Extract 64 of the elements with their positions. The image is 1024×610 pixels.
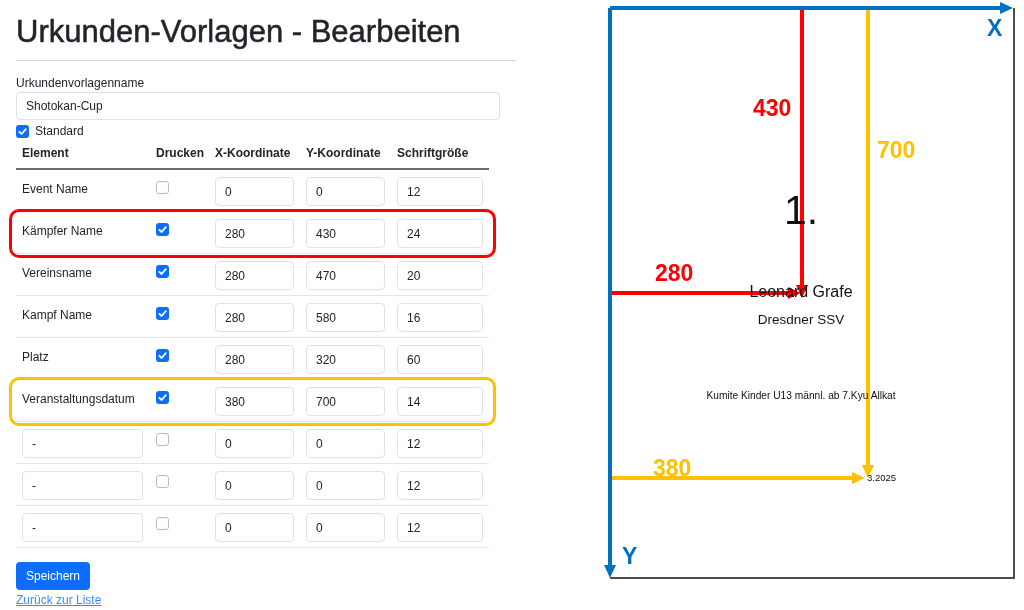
font-size-input[interactable]: 12 xyxy=(397,177,483,206)
column-header: Drucken xyxy=(156,146,205,160)
font-size-input[interactable]: 16 xyxy=(397,303,483,332)
element-label: Veranstaltungsdatum xyxy=(22,392,135,406)
print-checkbox[interactable] xyxy=(156,307,169,320)
x-coordinate-input[interactable]: 280 xyxy=(215,303,294,332)
y-coordinate-input[interactable]: 320 xyxy=(306,345,385,374)
x-coordinate-input[interactable]: 0 xyxy=(215,429,294,458)
font-size-input[interactable]: 20 xyxy=(397,261,483,290)
y-coordinate-label: 430 xyxy=(753,97,792,120)
x-coordinate-input[interactable]: 280 xyxy=(215,345,294,374)
font-size-input[interactable]: 12 xyxy=(397,471,483,500)
print-checkbox[interactable] xyxy=(156,391,169,404)
font-size-input[interactable]: 14 xyxy=(397,387,483,416)
y-coordinate-input[interactable]: 700 xyxy=(306,387,385,416)
print-checkbox[interactable] xyxy=(156,349,169,362)
print-checkbox[interactable] xyxy=(156,517,169,530)
save-button[interactable]: Speichern xyxy=(16,562,91,590)
y-coordinate-input[interactable]: 0 xyxy=(306,471,385,500)
y-coordinate-input[interactable]: 470 xyxy=(306,261,385,290)
field-label: Urkundenvorlagenname xyxy=(16,75,145,91)
x-axis-label: X xyxy=(987,17,1003,40)
y-coordinate-input[interactable]: 0 xyxy=(306,429,385,458)
font-size-input[interactable]: 24 xyxy=(397,219,483,248)
page-title: Urkunden-Vorlagen - Bearbeiten xyxy=(16,14,461,50)
x-coordinate-input[interactable]: 0 xyxy=(215,513,294,542)
y-coordinate-input[interactable]: 580 xyxy=(306,303,385,332)
print-checkbox[interactable] xyxy=(156,475,169,488)
y-coordinate-input[interactable]: 0 xyxy=(306,513,385,542)
club-name: Dresdner SSV xyxy=(757,313,845,327)
element-label: Kämpfer Name xyxy=(22,224,103,238)
checkbox-label: Standard xyxy=(35,124,84,138)
column-header: X-Koordinate xyxy=(215,146,291,160)
column-header: Schriftgröße xyxy=(397,146,469,160)
x-coordinate-input[interactable]: 0 xyxy=(215,471,294,500)
x-coordinate-label: 380 xyxy=(653,457,692,480)
x-coordinate-input[interactable]: 0 xyxy=(215,177,294,206)
font-size-input[interactable]: 12 xyxy=(397,429,483,458)
font-size-input[interactable]: 60 xyxy=(397,345,483,374)
print-checkbox[interactable] xyxy=(156,181,169,194)
x-coordinate-label: 280 xyxy=(655,262,694,285)
element-label: Event Name xyxy=(22,182,89,196)
x-coordinate-input[interactable]: 380 xyxy=(215,387,294,416)
print-checkbox[interactable] xyxy=(156,433,169,446)
element-input[interactable]: - xyxy=(22,429,143,458)
element-label: Kampf Name xyxy=(22,308,93,322)
event-date: 3.2025 xyxy=(867,473,897,483)
column-header: Y-Koordinate xyxy=(306,146,381,160)
y-coordinate-label: 700 xyxy=(877,139,916,162)
y-coordinate-input[interactable]: 430 xyxy=(306,219,385,248)
element-label: Platz xyxy=(22,350,49,364)
print-checkbox[interactable] xyxy=(156,265,169,278)
font-size-input[interactable]: 12 xyxy=(397,513,483,542)
standard-checkbox[interactable] xyxy=(16,124,29,138)
element-input[interactable]: - xyxy=(22,471,143,500)
element-label: Vereinsname xyxy=(22,266,93,280)
element-input[interactable]: - xyxy=(22,513,143,542)
y-coordinate-input[interactable]: 0 xyxy=(306,177,385,206)
y-axis-label: Y xyxy=(622,545,638,568)
print-checkbox[interactable] xyxy=(156,223,169,236)
template-name-input[interactable]: Shotokan-Cup xyxy=(16,92,500,120)
column-header: Element xyxy=(22,146,69,160)
x-coordinate-input[interactable]: 280 xyxy=(215,261,294,290)
x-coordinate-input[interactable]: 280 xyxy=(215,219,294,248)
